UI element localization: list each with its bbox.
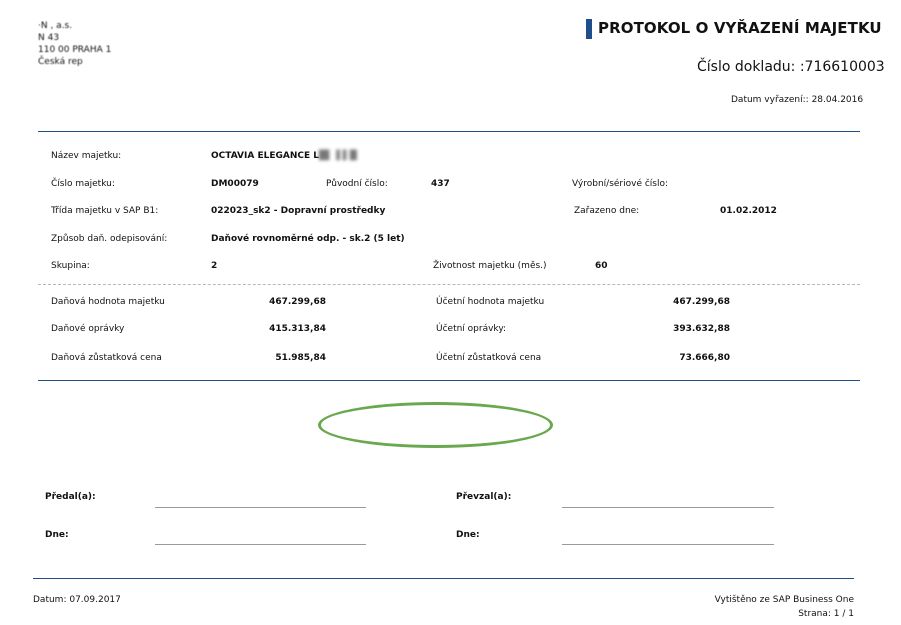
page-number: Strana: 1 / 1 bbox=[798, 609, 854, 619]
asset-number-value: DM00079 bbox=[211, 179, 259, 189]
handed-over-signature-line bbox=[155, 507, 366, 508]
section-divider-top bbox=[38, 131, 860, 132]
company-address: ·N , a.s. N 43 110 00 PRAHA 1 Česká rep bbox=[38, 20, 111, 68]
received-label: Převzal(a): bbox=[456, 492, 512, 502]
asset-class-label: Třída majetku v SAP B1: bbox=[51, 206, 159, 216]
handed-over-label: Předal(a): bbox=[45, 492, 96, 502]
accounting-depreciation: 393.632,88 bbox=[673, 324, 730, 334]
accounting-depreciation-label: Účetní oprávky: bbox=[436, 324, 507, 334]
printed-from: Vytištěno ze SAP Business One bbox=[714, 595, 854, 605]
dotted-separator bbox=[38, 284, 860, 285]
asset-name-value: OCTAVIA ELEGANCE L█▌▐ ▌█ bbox=[211, 151, 357, 161]
tax-residual: 51.985,84 bbox=[275, 353, 326, 363]
handed-date-line bbox=[155, 544, 366, 545]
tax-value: 467.299,68 bbox=[269, 297, 326, 307]
accounting-residual-label: Účetní zůstatková cena bbox=[436, 353, 542, 363]
highlight-oval bbox=[318, 402, 553, 448]
lifetime-value: 60 bbox=[595, 261, 608, 271]
retirement-date: Datum vyřazení:: 28.04.2016 bbox=[731, 95, 864, 105]
tax-depreciation: 415.313,84 bbox=[269, 324, 326, 334]
original-number-label: Původní číslo: bbox=[326, 179, 388, 189]
section-divider-bottom bbox=[38, 380, 860, 381]
group-value: 2 bbox=[211, 261, 218, 271]
tax-residual-label: Daňová zůstatková cena bbox=[51, 353, 162, 363]
print-date: Datum: 07.09.2017 bbox=[33, 595, 121, 605]
footer-divider bbox=[33, 578, 854, 579]
group-label: Skupina: bbox=[51, 261, 90, 271]
tax-depreciation-label: Daňové oprávky bbox=[51, 324, 125, 334]
received-date-line bbox=[562, 544, 774, 545]
accounting-value: 467.299,68 bbox=[673, 297, 730, 307]
depreciation-method-label: Způsob daň. odepisování: bbox=[51, 234, 168, 244]
title-accent-bar bbox=[586, 19, 592, 39]
accounting-residual: 73.666,80 bbox=[679, 353, 730, 363]
address-line: 110 00 PRAHA 1 bbox=[38, 45, 112, 55]
original-number-value: 437 bbox=[431, 179, 450, 189]
depreciation-method-value: Daňové rovnoměrné odp. - sk.2 (5 let) bbox=[211, 234, 405, 244]
asset-class-value: 022023_sk2 - Dopravní prostředky bbox=[211, 206, 386, 216]
address-line: Česká rep bbox=[38, 57, 83, 67]
received-signature-line bbox=[562, 507, 774, 508]
asset-name-text: OCTAVIA ELEGANCE L bbox=[211, 151, 319, 161]
address-line: N 43 bbox=[38, 33, 60, 43]
redaction-mark: █▌▐ ▌█ bbox=[319, 151, 357, 161]
asset-name-label: Název majetku: bbox=[51, 151, 122, 161]
serial-number-label: Výrobní/sériové číslo: bbox=[572, 179, 669, 189]
accounting-value-label: Účetní hodnota majetku bbox=[436, 297, 545, 307]
lifetime-label: Životnost majetku (měs.) bbox=[433, 261, 547, 271]
document-title: PROTOKOL O VYŘAZENÍ MAJETKU bbox=[598, 19, 882, 37]
assigned-date-label: Zařazeno dne: bbox=[574, 206, 640, 216]
address-line: ·N , a.s. bbox=[38, 21, 73, 31]
asset-number-label: Číslo majetku: bbox=[51, 179, 115, 189]
assigned-date-value: 01.02.2012 bbox=[720, 206, 777, 216]
handed-date-label: Dne: bbox=[45, 530, 69, 540]
received-date-label: Dne: bbox=[456, 530, 480, 540]
document-number: Číslo dokladu: :716610003 bbox=[697, 59, 885, 75]
tax-value-label: Daňová hodnota majetku bbox=[51, 297, 165, 307]
